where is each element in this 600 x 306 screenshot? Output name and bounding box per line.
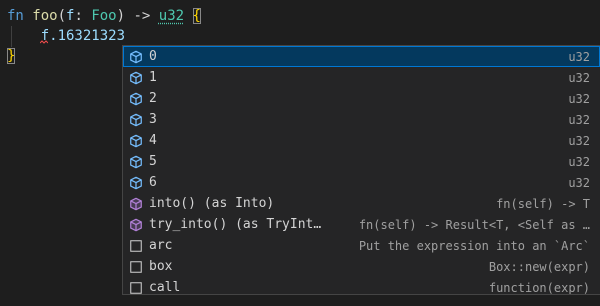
- suggest-item-label: 0: [149, 49, 157, 64]
- suggest-item-detail: u32: [568, 112, 590, 127]
- suggest-widget[interactable]: 0 u32 1 u32 2 u32 3 u32 4 u32 5 u32 6 u3…: [122, 45, 600, 295]
- error-squiggle: [40, 40, 48, 44]
- suggest-item-detail: function(expr): [488, 280, 590, 295]
- code-line-2[interactable]: f.16321323: [7, 26, 125, 47]
- suggest-item-detail: u32: [568, 49, 590, 64]
- keyword-fn: fn: [7, 8, 24, 24]
- suggest-item-label: 4: [149, 133, 157, 148]
- suggest-item-detail: u32: [568, 91, 590, 106]
- suggest-item-label: try_into() (as TryInt…: [149, 217, 322, 232]
- suggest-item-label: 2: [149, 91, 157, 106]
- suggest-item-1[interactable]: 1 u32: [123, 67, 600, 88]
- return-type: u32: [158, 8, 185, 24]
- snippet-icon: [128, 238, 144, 254]
- field-icon: [128, 70, 144, 86]
- param-type: Foo: [91, 8, 117, 24]
- open-brace: {: [192, 8, 201, 24]
- snippet-icon: [128, 259, 144, 275]
- method-icon: [128, 196, 144, 212]
- field-icon: [128, 91, 144, 107]
- suggest-item-3[interactable]: 3 u32: [123, 109, 600, 130]
- method-icon: [128, 217, 144, 233]
- suggest-item-detail: u32: [568, 175, 590, 190]
- suggest-item-label: 5: [149, 154, 157, 169]
- function-name: foo: [32, 8, 58, 24]
- typed-expression: f.16321323: [40, 28, 126, 44]
- suggest-item-arc[interactable]: arc Put the expression into an `Arc`: [123, 235, 600, 256]
- suggest-item-detail: Put the expression into an `Arc`: [358, 238, 590, 253]
- suggest-item-call[interactable]: call function(expr): [123, 277, 600, 295]
- suggest-item-detail: u32: [568, 70, 590, 85]
- suggest-item-try-into[interactable]: try_into() (as TryInt… fn(self) -> Resul…: [123, 214, 600, 235]
- close-paren: ): [116, 8, 126, 24]
- suggest-item-label: into() (as Into): [149, 196, 275, 211]
- param-colon: :: [74, 8, 92, 24]
- suggest-item-label: 1: [149, 70, 157, 85]
- code-editor[interactable]: fn foo(f: Foo) -> u32 { f.16321323 } 0 u…: [0, 0, 600, 306]
- open-paren: (: [57, 8, 67, 24]
- field-icon: [128, 154, 144, 170]
- field-icon: [128, 49, 144, 65]
- return-arrow: ->: [125, 8, 159, 24]
- suggest-item-label: 6: [149, 175, 157, 190]
- suggest-item-2[interactable]: 2 u32: [123, 88, 600, 109]
- field-icon: [128, 112, 144, 128]
- suggest-item-detail: u32: [568, 154, 590, 169]
- suggest-item-6[interactable]: 6 u32: [123, 172, 600, 193]
- code-line-1[interactable]: fn foo(f: Foo) -> u32 {: [7, 6, 201, 27]
- suggest-item-4[interactable]: 4 u32: [123, 130, 600, 151]
- code-line-3[interactable]: }: [7, 46, 16, 67]
- suggest-item-label: box: [149, 259, 173, 274]
- suggest-item-label: arc: [149, 238, 173, 253]
- field-icon: [128, 175, 144, 191]
- suggest-item-label: 3: [149, 112, 157, 127]
- suggest-item-label: call: [149, 280, 181, 295]
- suggest-item-detail: fn(self) -> T: [496, 196, 590, 211]
- snippet-icon: [128, 280, 144, 295]
- suggest-item-detail: fn(self) -> Result<T, <Self as …: [358, 217, 590, 232]
- close-brace: }: [7, 48, 16, 64]
- suggest-item-detail: u32: [568, 133, 590, 148]
- suggest-item-5[interactable]: 5 u32: [123, 151, 600, 172]
- field-icon: [128, 133, 144, 149]
- suggest-item-0[interactable]: 0 u32: [123, 46, 600, 67]
- suggest-item-detail: Box::new(expr): [488, 259, 590, 274]
- suggest-item-box[interactable]: box Box::new(expr): [123, 256, 600, 277]
- suggest-item-into[interactable]: into() (as Into) fn(self) -> T: [123, 193, 600, 214]
